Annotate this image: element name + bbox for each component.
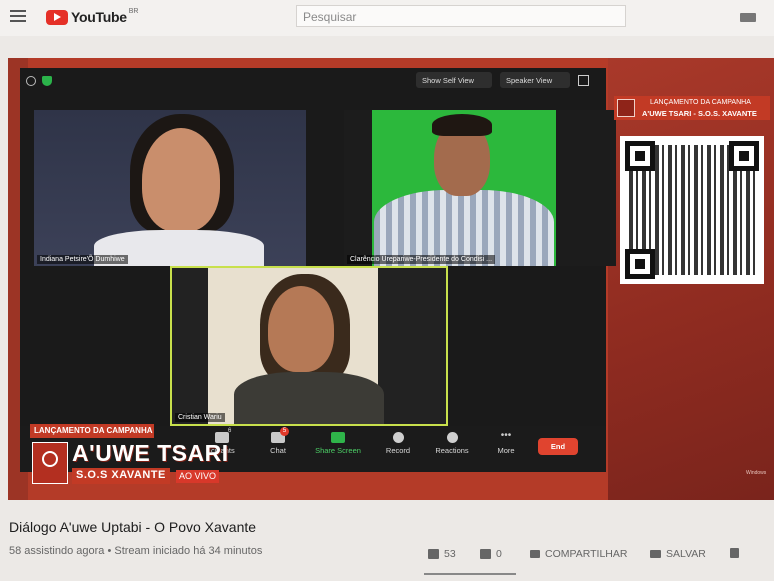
participant-tile-1: Indiana Petsire'Õ Dumhiwe (34, 110, 306, 266)
zoom-window: Show Self View Speaker View Indiana Pets… (20, 68, 616, 484)
campaign-panel-line2: A'UWE TSARI - S.O.S. XAVANTE (642, 109, 757, 118)
participant-tile-2: Clarêncio Urepariwe-Presidente do Condis… (344, 110, 616, 266)
save-button[interactable]: SALVAR (650, 548, 706, 560)
video-player[interactable]: Show Self View Speaker View Indiana Pets… (8, 58, 774, 500)
chat-icon: 5 (271, 427, 289, 443)
share-screen-label: Share Screen (315, 446, 361, 455)
video-meta: 58 assistindo agora • Stream iniciado há… (9, 545, 263, 557)
participant-name-3: Cristian Wariu (175, 413, 225, 422)
participant-1-face (142, 128, 220, 232)
qr-code (620, 136, 764, 284)
participants-count: 6 (228, 428, 232, 434)
share-screen-button[interactable]: Share Screen (308, 432, 368, 455)
save-label: SALVAR (666, 548, 706, 560)
campaign-panel-header: LANÇAMENTO DA CAMPANHA A'UWE TSARI - S.O… (614, 96, 770, 120)
more-dots-icon: ••• (500, 430, 512, 441)
campaign-panel-line1: LANÇAMENTO DA CAMPANHA (650, 99, 751, 106)
share-label: COMPARTILHAR (545, 548, 628, 560)
share-screen-icon (331, 432, 345, 443)
campaign-panel-logo (617, 99, 635, 117)
share-arrow-icon (530, 550, 540, 558)
show-self-view-button[interactable]: Show Self View (416, 72, 492, 88)
record-button[interactable]: Record (368, 432, 428, 455)
shield-icon[interactable] (42, 76, 52, 86)
chat-button[interactable]: 5 Chat (248, 427, 308, 455)
fullscreen-icon[interactable] (578, 75, 589, 86)
youtube-header: YouTube BR Pesquisar (0, 0, 774, 36)
live-badge: AO VIVO (176, 470, 220, 483)
participant-3-body (234, 372, 384, 424)
reactions-button[interactable]: Reactions (422, 432, 482, 455)
like-ratio-bar (424, 573, 516, 575)
reactions-icon (446, 432, 458, 443)
chat-badge: 5 (280, 427, 289, 436)
campaign-banner: LANÇAMENTO DA CAMPANHA (30, 424, 154, 438)
campaign-subtitle: S.O.S XAVANTE (72, 468, 170, 484)
thumbs-down-icon (480, 549, 491, 559)
campaign-title: A'UWE TSARI (72, 440, 229, 466)
qr-finder-top-right (729, 141, 759, 171)
like-button[interactable]: 53 (428, 548, 456, 560)
dislike-button[interactable]: 0 (480, 548, 502, 560)
participant-2-hair (432, 114, 492, 136)
campaign-logo-emblem (42, 451, 58, 467)
keyboard-icon[interactable] (740, 13, 756, 22)
qr-finder-bottom-left (625, 249, 655, 279)
end-meeting-button[interactable]: End (538, 438, 578, 455)
zoom-topbar: Show Self View Speaker View (20, 68, 606, 94)
participant-3-face (268, 286, 334, 372)
playlist-add-icon (650, 550, 661, 558)
thumbs-up-icon (428, 549, 439, 559)
like-count: 53 (444, 548, 456, 560)
flag-icon (730, 548, 739, 558)
chat-label: Chat (270, 446, 286, 455)
youtube-logo[interactable]: YouTube BR (46, 8, 138, 26)
share-button[interactable]: COMPARTILHAR (530, 548, 627, 560)
participant-name-2: Clarêncio Urepariwe-Presidente do Condis… (347, 255, 496, 264)
participant-tile-active-speaker: Cristian Wariu (170, 266, 448, 426)
campaign-logo (32, 442, 68, 484)
dislike-count: 0 (496, 548, 502, 560)
qr-finder-top-left (625, 141, 655, 171)
report-button[interactable] (730, 548, 744, 558)
speaker-view-button[interactable]: Speaker View (500, 72, 570, 88)
record-label: Record (385, 446, 411, 455)
menu-icon[interactable] (10, 10, 26, 22)
record-icon (392, 432, 404, 443)
more-label: More (497, 446, 515, 455)
youtube-play-icon (46, 9, 68, 25)
reactions-label: Reactions (435, 446, 469, 455)
like-ratio-fill (424, 573, 516, 575)
windows-watermark: Windows (746, 470, 767, 476)
search-input[interactable]: Pesquisar (296, 5, 626, 27)
video-title: Diálogo A'uwe Uptabi - O Povo Xavante (9, 519, 257, 535)
participant-name-1: Indiana Petsire'Õ Dumhiwe (37, 255, 128, 264)
search-placeholder: Pesquisar (303, 10, 357, 24)
info-icon[interactable] (26, 76, 36, 86)
more-button[interactable]: ••• More (476, 430, 536, 456)
country-code: BR (128, 7, 139, 15)
youtube-logo-text: YouTube (71, 9, 127, 25)
